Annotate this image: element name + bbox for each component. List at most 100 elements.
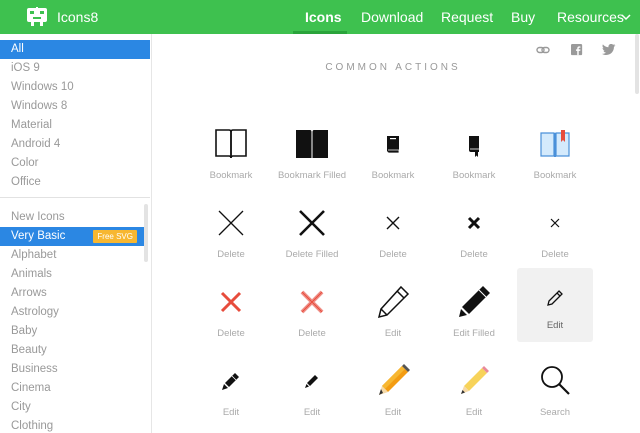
icon-label: Bookmark: [371, 170, 415, 181]
category-astrology[interactable]: Astrology: [0, 303, 150, 322]
icon-cell-edit-selected[interactable]: Edit: [517, 268, 593, 342]
book-small-icon: [387, 136, 400, 154]
pencil-outline-icon: [377, 285, 410, 319]
platform-ios9[interactable]: iOS 9: [0, 59, 150, 78]
top-bar: Icons8 Icons Download Request Buy Resour…: [0, 0, 640, 34]
icon-cell-delete[interactable]: Delete: [274, 276, 350, 352]
x-red-light-icon: [300, 290, 324, 314]
category-business[interactable]: Business: [0, 360, 150, 379]
pencil-filled-icon: [459, 286, 490, 317]
icon-cell-edit[interactable]: Edit: [193, 355, 269, 431]
category-city[interactable]: City: [0, 398, 150, 417]
icon-cell-delete[interactable]: Delete: [355, 197, 431, 273]
pencil-orange-icon: [379, 364, 410, 395]
category-arrows[interactable]: Arrows: [0, 284, 150, 303]
icons8-logo-icon[interactable]: [26, 7, 48, 27]
icon-label: Delete: [298, 328, 326, 339]
book-small-ribbon-icon: [469, 136, 479, 157]
pencil-yellow-icon: [461, 366, 489, 394]
nav-download[interactable]: Download: [361, 9, 423, 25]
icon-cell-edit[interactable]: Edit: [436, 355, 512, 431]
x-red-icon: [220, 291, 242, 313]
nav-buy[interactable]: Buy: [511, 9, 535, 25]
icon-cell-edit[interactable]: Edit: [355, 276, 431, 352]
category-new-icons[interactable]: New Icons: [0, 208, 150, 227]
icon-cell-delete[interactable]: Delete: [193, 197, 269, 273]
x-thin-icon: [218, 210, 244, 236]
search-icon: [541, 366, 570, 395]
pencil-small-icon: [547, 290, 563, 306]
category-label: Very Basic: [11, 230, 66, 242]
icon-label: Delete Filled: [285, 249, 339, 260]
category-beauty[interactable]: Beauty: [0, 341, 150, 360]
platform-windows8[interactable]: Windows 8: [0, 97, 150, 116]
icon-label: Edit Filled: [453, 328, 495, 339]
icon-label: Edit: [222, 407, 240, 418]
x-small-icon: [386, 216, 400, 230]
brand-name[interactable]: Icons8: [57, 9, 98, 25]
icon-label: Search: [539, 407, 571, 418]
free-svg-badge: Free SVG: [93, 230, 137, 243]
pencil-mini-icon: [305, 375, 318, 388]
icon-label: Bookmark: [452, 170, 496, 181]
facebook-icon[interactable]: [570, 44, 584, 56]
icon-cell-edit-filled[interactable]: Edit Filled: [436, 276, 512, 352]
category-alphabet[interactable]: Alphabet: [0, 246, 150, 265]
category-clothing[interactable]: Clothing: [0, 417, 150, 433]
icon-label: Delete: [217, 328, 245, 339]
icon-cell-bookmark[interactable]: Bookmark: [517, 118, 593, 194]
platform-windows10[interactable]: Windows 10: [0, 78, 150, 97]
category-cinema[interactable]: Cinema: [0, 379, 150, 398]
icon-label: Bookmark: [209, 170, 253, 181]
icon-cell-delete-filled[interactable]: Delete Filled: [274, 197, 350, 273]
icon-label: Delete: [460, 249, 488, 260]
icon-label: Bookmark Filled: [277, 170, 347, 181]
icon-label: Bookmark: [533, 170, 577, 181]
icon-cell-edit[interactable]: Edit: [355, 355, 431, 431]
sidebar-divider: [0, 197, 150, 198]
icon-label: Edit: [384, 407, 402, 418]
icon-cell-delete[interactable]: Delete: [436, 197, 512, 273]
main-scrollbar[interactable]: [635, 34, 639, 94]
sidebar: All iOS 9 Windows 10 Windows 8 Material …: [0, 34, 152, 433]
icon-cell-delete[interactable]: Delete: [517, 197, 593, 273]
book-outline-icon: [215, 129, 247, 159]
nav-resources[interactable]: Resources: [557, 9, 624, 25]
platform-android4[interactable]: Android 4: [0, 135, 150, 154]
icon-cell-bookmark[interactable]: Bookmark: [355, 118, 431, 194]
icon-label: Edit: [384, 328, 402, 339]
platform-color[interactable]: Color: [0, 154, 150, 173]
icon-label: Edit: [546, 320, 564, 331]
icon-cell-delete[interactable]: Delete: [193, 276, 269, 352]
icon-label: Edit: [465, 407, 483, 418]
icon-cell-bookmark[interactable]: Bookmark: [436, 118, 512, 194]
icon-cell-bookmark-filled[interactable]: Bookmark Filled: [274, 118, 350, 194]
icon-label: Delete: [379, 249, 407, 260]
category-very-basic[interactable]: Very Basic Free SVG: [0, 227, 144, 246]
platform-all[interactable]: All: [0, 40, 150, 59]
book-filled-icon: [296, 130, 328, 158]
book-color-icon: [540, 130, 570, 157]
x-tiny-icon: [550, 218, 560, 228]
nav-icons[interactable]: Icons: [305, 9, 342, 25]
pencil-dark-icon: [222, 373, 239, 390]
icon-cell-bookmark[interactable]: Bookmark: [193, 118, 269, 194]
link-icon[interactable]: [536, 44, 550, 56]
icon-label: Edit: [303, 407, 321, 418]
x-bold-icon: [299, 210, 325, 236]
icon-cell-edit[interactable]: Edit: [274, 355, 350, 431]
icon-cell-search[interactable]: Search: [517, 355, 593, 431]
sidebar-scrollbar[interactable]: [144, 204, 148, 262]
x-small-bold-icon: [467, 216, 481, 230]
icon-label: Delete: [541, 249, 569, 260]
nav-request[interactable]: Request: [441, 9, 493, 25]
twitter-icon[interactable]: [602, 44, 616, 56]
category-baby[interactable]: Baby: [0, 322, 150, 341]
icon-label: Delete: [217, 249, 245, 260]
category-animals[interactable]: Animals: [0, 265, 150, 284]
platform-material[interactable]: Material: [0, 116, 150, 135]
chevron-down-icon[interactable]: [621, 14, 631, 21]
main-panel: COMMON ACTIONS Bookmark Bookmark Filled …: [153, 34, 640, 433]
platform-office[interactable]: Office: [0, 173, 150, 192]
section-title: COMMON ACTIONS: [325, 62, 461, 73]
